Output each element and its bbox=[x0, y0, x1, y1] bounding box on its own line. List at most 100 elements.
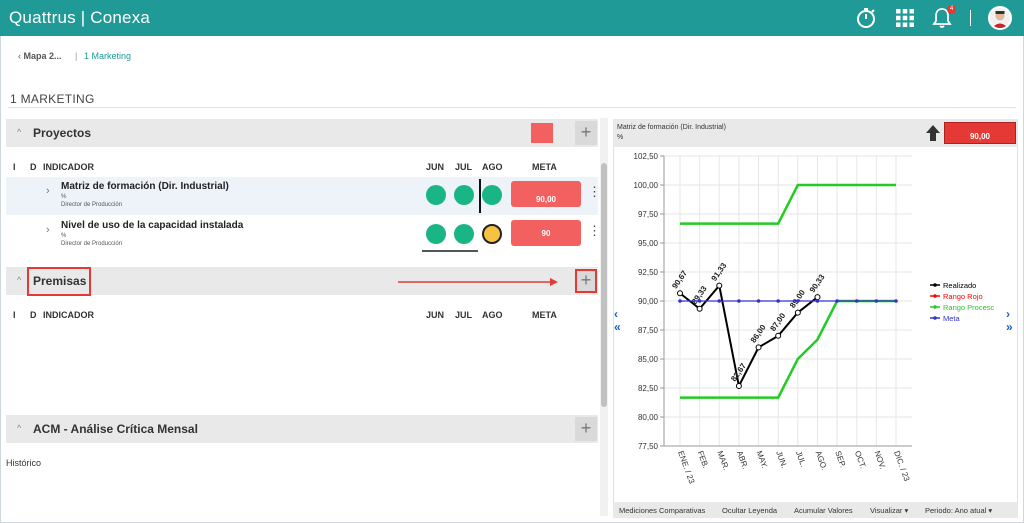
meta-point bbox=[717, 299, 722, 303]
indicator-owner: Director de Producción bbox=[61, 202, 123, 208]
col-meta: META bbox=[532, 310, 557, 320]
y-tick-label: 85,00 bbox=[638, 355, 659, 364]
legend-marker bbox=[933, 316, 937, 320]
meta-point bbox=[815, 299, 820, 303]
section-premisas-header[interactable]: ^ Premisas + bbox=[6, 267, 598, 296]
top-bar: Quattrus | Conexa 4 bbox=[0, 0, 1024, 36]
y-tick-label: 77,50 bbox=[638, 442, 659, 451]
stopwatch-icon[interactable] bbox=[854, 6, 878, 30]
indicator-row[interactable]: › Nivel de uso de la capacidad instalada… bbox=[6, 216, 601, 254]
section-proyectos-label: Proyectos bbox=[33, 126, 92, 140]
x-tick-label: DIC. / 23 bbox=[892, 450, 911, 483]
chart-unit: % bbox=[617, 134, 624, 141]
x-tick-label: SEP. bbox=[833, 450, 847, 469]
data-point bbox=[677, 290, 683, 297]
expand-chevron-icon[interactable]: › bbox=[46, 185, 50, 197]
hide-legend-button[interactable]: Ocultar Leyenda bbox=[722, 506, 777, 515]
x-tick-label: MAY. bbox=[755, 450, 770, 470]
series-line-2 bbox=[680, 299, 896, 399]
status-dot-jun[interactable] bbox=[426, 185, 446, 205]
legend-label: Rango Rojo bbox=[943, 292, 983, 301]
proyectos-status-indicator bbox=[531, 123, 553, 143]
meta-point bbox=[796, 299, 800, 303]
chevron-up-icon[interactable]: ^ bbox=[17, 127, 21, 137]
indicator-row[interactable]: › Matriz de formación (Dir. Industrial) … bbox=[6, 177, 601, 215]
section-acm-label: ACM - Análise Crítica Mensal bbox=[33, 422, 198, 436]
col-indicator: INDICADOR bbox=[43, 310, 94, 320]
data-label: 86,00 bbox=[749, 323, 768, 345]
more-options-icon[interactable]: ⋮ bbox=[588, 224, 601, 237]
page-title: 1 MARKETING bbox=[10, 92, 95, 106]
x-tick-label: MAR. bbox=[715, 450, 730, 472]
status-dot-jul[interactable] bbox=[454, 224, 474, 244]
col-meta: META bbox=[532, 162, 557, 172]
comparative-button[interactable]: Mediciones Comparativas bbox=[619, 506, 705, 515]
col-indicator: INDICADOR bbox=[43, 162, 94, 172]
chevron-up-icon[interactable]: ^ bbox=[17, 275, 21, 285]
apps-grid-icon[interactable] bbox=[893, 6, 917, 30]
data-point bbox=[735, 383, 742, 390]
legend-label: Rango Procesc bbox=[943, 303, 995, 312]
y-tick-label: 100,00 bbox=[634, 181, 659, 190]
x-tick-label: AGO. bbox=[814, 450, 829, 472]
x-tick-label: FEB. bbox=[696, 450, 711, 470]
x-tick-label: ABR. bbox=[735, 450, 750, 471]
add-acm-button[interactable]: + bbox=[575, 417, 597, 441]
y-tick-label: 97,50 bbox=[638, 210, 659, 219]
breadcrumb-back[interactable]: ‹ Mapa 2... bbox=[18, 51, 62, 61]
notification-bell-icon[interactable]: 4 bbox=[930, 5, 956, 30]
section-proyectos-header[interactable]: ^ Proyectos + bbox=[6, 119, 598, 147]
meta-badge: 90 bbox=[511, 220, 581, 246]
first-icon[interactable]: « bbox=[614, 320, 621, 334]
y-tick-label: 90,00 bbox=[638, 297, 659, 306]
add-proyecto-button[interactable]: + bbox=[575, 121, 597, 145]
meta-point bbox=[854, 299, 859, 303]
status-dot-jun[interactable] bbox=[426, 224, 446, 244]
topbar-divider bbox=[970, 10, 971, 26]
accumulate-button[interactable]: Acumular Valores bbox=[794, 506, 853, 515]
section-premisas-label: Premisas bbox=[33, 274, 87, 288]
breadcrumb-back-label: Mapa 2... bbox=[23, 51, 62, 61]
x-tick-label: ENE. / 23 bbox=[676, 450, 696, 486]
x-tick-label: NOV. bbox=[872, 450, 887, 471]
col-ago: AGO bbox=[482, 310, 503, 320]
data-point bbox=[696, 305, 703, 312]
data-point bbox=[794, 309, 801, 316]
data-point bbox=[755, 344, 762, 351]
status-dot-ago[interactable] bbox=[482, 224, 502, 244]
y-tick-label: 95,00 bbox=[638, 239, 659, 248]
period-dropdown[interactable]: Periodo: Ano atual ▾ bbox=[925, 506, 992, 515]
visualize-dropdown[interactable]: Visualizar ▾ bbox=[870, 506, 908, 515]
user-avatar[interactable] bbox=[988, 6, 1012, 30]
data-point bbox=[814, 294, 821, 301]
previous-icon[interactable]: ‹ bbox=[614, 307, 618, 321]
meta-point bbox=[697, 299, 702, 303]
indicator-name[interactable]: Nivel de uso de la capacidad instalada bbox=[61, 220, 243, 231]
meta-point bbox=[835, 299, 839, 303]
y-tick-label: 80,00 bbox=[638, 413, 659, 422]
meta-point bbox=[737, 299, 741, 303]
more-options-icon[interactable]: ⋮ bbox=[588, 185, 601, 198]
data-point bbox=[775, 332, 782, 339]
add-premisa-button[interactable]: + bbox=[575, 269, 597, 293]
current-month-marker bbox=[479, 179, 481, 213]
x-tick-label: JUL. bbox=[794, 450, 808, 469]
col-i: I bbox=[13, 162, 16, 172]
indicator-name[interactable]: Matriz de formación (Dir. Industrial) bbox=[61, 181, 229, 192]
meta-badge: 90,00 bbox=[511, 181, 581, 207]
chevron-up-icon[interactable]: ^ bbox=[17, 423, 21, 433]
history-label[interactable]: Histórico bbox=[6, 458, 41, 468]
x-tick-label: OCT. bbox=[853, 450, 868, 470]
status-dot-ago[interactable] bbox=[482, 185, 502, 205]
breadcrumb-separator: | bbox=[75, 51, 78, 61]
series-line-3 bbox=[680, 183, 896, 225]
y-tick-label: 102,50 bbox=[634, 152, 659, 161]
meta-point bbox=[776, 299, 780, 303]
scrollbar-thumb[interactable] bbox=[601, 163, 607, 407]
section-acm-header[interactable]: ^ ACM - Análise Crítica Mensal + bbox=[6, 415, 598, 443]
status-dot-jul[interactable] bbox=[454, 185, 474, 205]
data-point bbox=[716, 282, 723, 289]
expand-chevron-icon[interactable]: › bbox=[46, 224, 50, 236]
meta-point bbox=[678, 299, 682, 303]
breadcrumb-current[interactable]: 1 Marketing bbox=[84, 51, 131, 61]
